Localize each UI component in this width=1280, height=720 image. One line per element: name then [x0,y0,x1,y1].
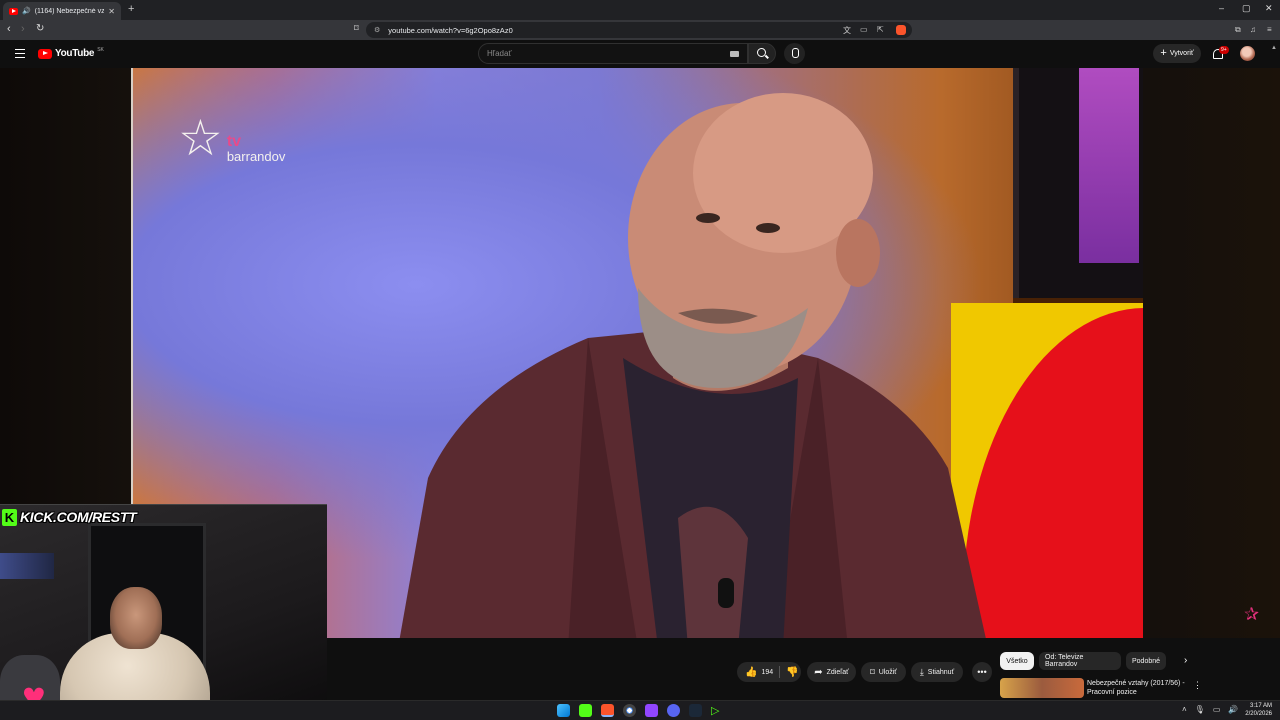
chip-all[interactable]: Všetko [1000,652,1034,670]
background-light [0,553,54,579]
search-icon [757,48,766,57]
create-button[interactable]: + Vytvoriť [1153,44,1201,63]
search-placeholder: Hľadať [487,49,512,58]
notifications-badge: 9+ [1219,46,1229,54]
download-button[interactable]: ⤓ Stiahnuť [911,662,963,682]
windows-start-icon[interactable] [557,704,570,717]
plus-icon: + [1160,47,1167,59]
close-tab-icon[interactable]: ✕ [108,7,115,16]
thumbs-up-icon: 👍 [745,666,758,678]
close-window-button[interactable]: ✕ [1265,3,1273,14]
extensions-icon[interactable]: ⧉ [1235,25,1241,35]
browser-toolbar: ‹ › ↻ ⌑ ⚙ youtube.com/watch?v=6g2Opo8zAz… [0,20,1280,40]
brave-shields-icon[interactable] [896,25,906,35]
chip-from-channel[interactable]: Od: Televize Barrandov [1039,652,1121,670]
volume-icon[interactable]: 🔊 [1228,705,1238,714]
share-page-icon[interactable]: ⇱ [877,25,884,34]
more-actions-button[interactable]: ••• [972,662,992,682]
more-horizontal-icon: ••• [977,667,987,677]
bookmark-icon[interactable]: ⌑ [354,23,359,34]
play-app-icon[interactable]: ▷ [711,704,724,717]
create-label: Vytvoriť [1169,50,1194,57]
network-icon[interactable]: ▭ [1213,705,1221,714]
chevron-right-icon[interactable]: › [1184,655,1187,666]
cast-icon[interactable]: ▭ [860,25,868,34]
share-label: Zdieľať [826,668,849,676]
youtube-logo[interactable]: YouTube SK [38,46,104,59]
translate-icon[interactable]: 文 [843,25,851,36]
divider [779,666,781,678]
studio-monitor [1013,68,1143,298]
more-vertical-icon[interactable]: ⋮ [1193,680,1202,691]
search-button[interactable] [748,43,776,64]
address-bar[interactable]: ⚙ youtube.com/watch?v=6g2Opo8zAz0 [366,22,912,38]
like-dislike-group: 👍 194 👎 [737,662,801,682]
reload-icon[interactable]: ↻ [36,23,44,34]
tab-title: (1164) Nebezpečné vztahy (2 [34,7,105,15]
voice-search-button[interactable] [784,43,805,64]
forward-icon[interactable]: › [21,23,25,35]
search-input[interactable]: Hľadať [478,43,748,64]
kick-logo-icon: K [2,508,17,526]
media-icon[interactable]: ♫ [1250,25,1256,34]
recommendation-title[interactable]: Nebezpečné vztahy (2017/56) - Pracovní p… [1087,679,1189,699]
like-count: 194 [761,668,774,676]
guest-in-video [399,93,986,638]
save-button[interactable]: ⌑ Uložiť [861,662,906,682]
kick-url: KICK.COM/RESTT [20,509,137,525]
streamer-webcam: ♥ [0,504,327,720]
speaker-icon[interactable]: 🔊 [22,7,31,15]
tray-chevron-icon[interactable]: ˄ [1182,705,1187,714]
browser-menu-icon[interactable]: ≡ [1267,25,1272,34]
star-logo-icon: ☆ [178,110,223,166]
youtube-wordmark: YouTube [55,48,95,59]
bookmark-save-icon: ⌑ [870,666,875,677]
brave-browser-icon[interactable] [601,704,614,717]
clock-date: 2/20/2026 [1245,711,1272,717]
streamer-head [110,587,162,649]
hamburger-menu-icon[interactable] [15,49,25,58]
steam-icon[interactable] [689,704,702,717]
maximize-button[interactable]: ▢ [1242,3,1251,14]
chip-related[interactable]: Podobné [1126,652,1166,670]
taskbar: ▷ ˄ 🎙 ▭ 🔊 3:17 AM 2/20/2026 [0,700,1280,720]
clock-time: 3:17 AM [1249,703,1272,709]
site-settings-icon[interactable]: ⚙ [374,26,380,34]
watermark-tv: tv [226,133,242,150]
avatar[interactable] [1240,46,1255,61]
download-icon: ⤓ [919,666,924,677]
keyboard-icon[interactable] [730,51,739,57]
scrollbar-up-arrow-icon[interactable]: ▲ [1271,45,1277,51]
youtube-masthead: YouTube SK Hľadať + Vytvoriť 9+ [0,40,1280,68]
youtube-play-icon [38,48,52,59]
kick-app-icon[interactable] [579,704,592,717]
url-text: youtube.com/watch?v=6g2Opo8zAz0 [388,25,513,35]
video-corner-logo-icon: ✰ [1244,604,1260,624]
new-tab-button[interactable]: + [128,3,134,15]
back-icon[interactable]: ‹ [7,23,11,35]
watermark-brand: barrandov [226,149,286,164]
microphone-tray-icon[interactable]: 🎙 [1195,705,1205,714]
browser-tab[interactable]: 🔊 (1164) Nebezpečné vztahy (2 ✕ [3,2,121,20]
minimize-button[interactable]: – [1219,3,1224,13]
thumbs-down-icon: 👎 [786,666,799,678]
channel-watermark: ☆ tv barrandov [178,113,285,163]
share-icon: ➦ [814,666,823,678]
dislike-button[interactable]: 👎 [786,667,798,678]
clock[interactable]: 3:17 AM 2/20/2026 [1240,702,1272,718]
like-button[interactable]: 👍 194 [745,667,773,678]
system-tray: ˄ 🎙 ▭ 🔊 [1182,705,1238,714]
download-label: Stiahnuť [927,668,955,676]
share-button[interactable]: ➦ Zdieľať [807,662,856,682]
discord-icon[interactable] [667,704,680,717]
recommendation-thumbnail[interactable] [1000,678,1084,698]
twitch-icon[interactable] [645,704,658,717]
country-code: SK [97,46,104,53]
youtube-favicon-icon [9,7,18,15]
kick-banner: K KICK.COM/RESTT [2,507,137,527]
save-label: Uložiť [878,668,897,676]
browser-tab-bar: 🔊 (1164) Nebezpečné vztahy (2 ✕ + – ▢ ✕ [0,0,1280,20]
chrome-icon[interactable] [623,704,636,717]
